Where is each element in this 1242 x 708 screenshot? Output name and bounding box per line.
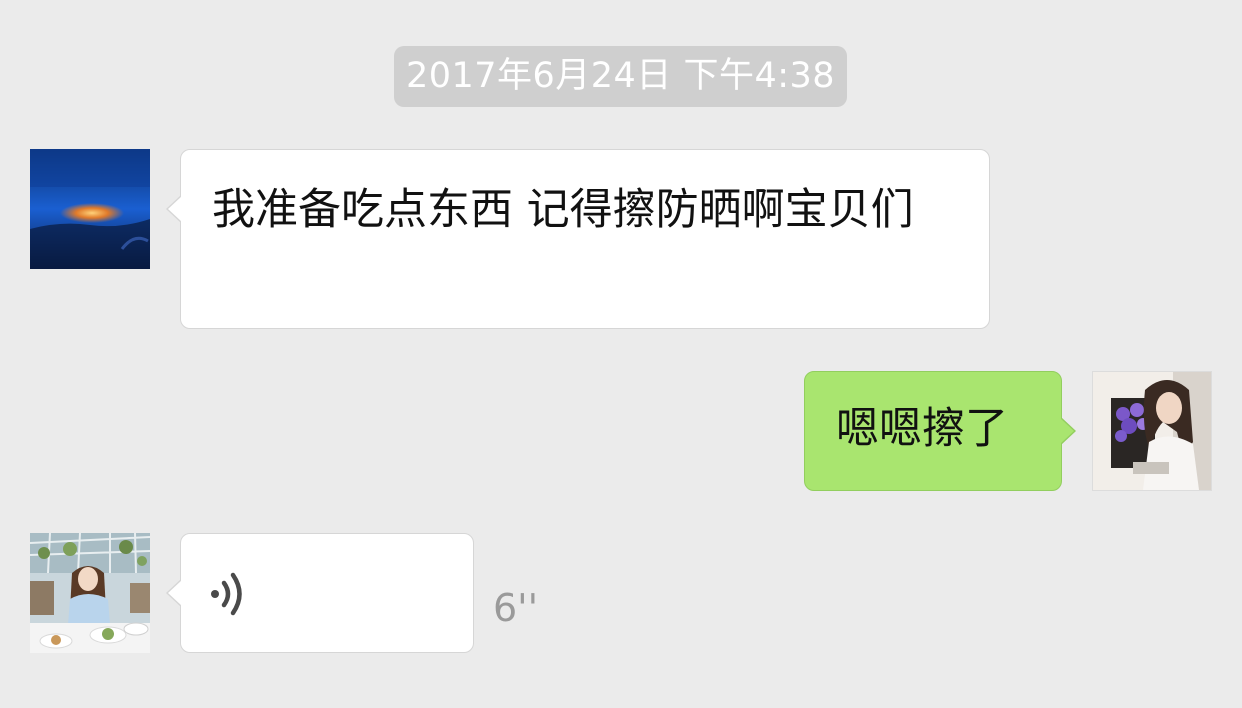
my-avatar[interactable] <box>1092 371 1212 491</box>
message-bubble-outgoing[interactable]: 嗯嗯擦了 <box>804 371 1076 491</box>
avatar-image <box>1093 372 1211 490</box>
message-text: 我准备吃点东西 记得擦防晒啊宝贝们 <box>212 185 914 235</box>
voice-duration: 6'' <box>493 586 539 630</box>
contact-avatar[interactable] <box>30 149 150 269</box>
voice-wave-icon <box>211 572 242 616</box>
message-timestamp: 2017年6月24日 下午4:38 <box>394 46 847 107</box>
voice-message-bubble[interactable] <box>166 533 474 653</box>
contact-avatar[interactable] <box>30 533 150 653</box>
message-bubble-incoming[interactable]: 我准备吃点东西 记得擦防晒啊宝贝们 <box>166 149 990 329</box>
avatar-image <box>30 149 150 269</box>
message-text: 嗯嗯擦了 <box>836 404 1008 454</box>
avatar-image <box>30 533 150 653</box>
